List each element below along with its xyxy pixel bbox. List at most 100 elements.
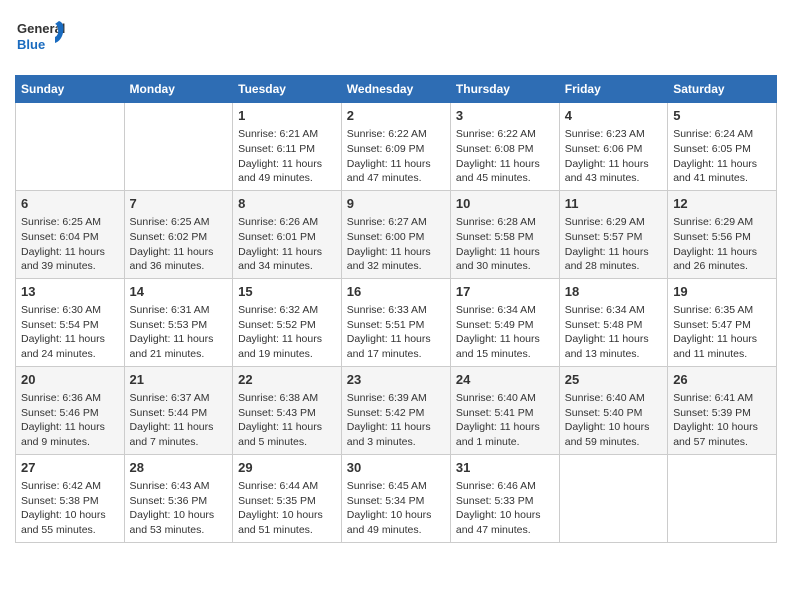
calendar-cell: 28 Sunrise: 6:43 AM Sunset: 5:36 PM Dayli… xyxy=(124,454,233,542)
calendar-cell: 4 Sunrise: 6:23 AM Sunset: 6:06 PM Daylig… xyxy=(559,103,667,191)
day-number: 3 xyxy=(456,107,554,125)
calendar-cell: 6Sunrise: 6:25 AM Sunset: 6:04 PM Daylig… xyxy=(16,190,125,278)
day-number: 4 xyxy=(565,107,662,125)
day-number: 24 xyxy=(456,371,554,389)
day-number: 22 xyxy=(238,371,336,389)
calendar-cell: 17 Sunrise: 6:34 AM Sunset: 5:49 PM Dayli… xyxy=(450,278,559,366)
weekday-header: Sunday xyxy=(16,76,125,103)
calendar-cell: 13 Sunrise: 6:30 AM Sunset: 5:54 PM Dayli… xyxy=(16,278,125,366)
cell-content: Sunrise: 6:45 AM Sunset: 5:34 PM Dayligh… xyxy=(347,479,445,538)
cell-content: Sunrise: 6:26 AM Sunset: 6:01 PM Dayligh… xyxy=(238,215,336,274)
weekday-header: Monday xyxy=(124,76,233,103)
calendar-cell: 10 Sunrise: 6:28 AM Sunset: 5:58 PM Dayli… xyxy=(450,190,559,278)
cell-content: Sunrise: 6:41 AM Sunset: 5:39 PM Dayligh… xyxy=(673,391,771,450)
calendar-cell: 30Sunrise: 6:45 AM Sunset: 5:34 PM Dayli… xyxy=(341,454,450,542)
cell-content: Sunrise: 6:29 AM Sunset: 5:56 PM Dayligh… xyxy=(673,215,771,274)
calendar-week-row: 6Sunrise: 6:25 AM Sunset: 6:04 PM Daylig… xyxy=(16,190,777,278)
cell-content: Sunrise: 6:25 AM Sunset: 6:02 PM Dayligh… xyxy=(130,215,228,274)
cell-content: Sunrise: 6:27 AM Sunset: 6:00 PM Dayligh… xyxy=(347,215,445,274)
day-number: 23 xyxy=(347,371,445,389)
cell-content: Sunrise: 6:31 AM Sunset: 5:53 PM Dayligh… xyxy=(130,303,228,362)
cell-content: Sunrise: 6:44 AM Sunset: 5:35 PM Dayligh… xyxy=(238,479,336,538)
calendar-cell xyxy=(16,103,125,191)
cell-content: Sunrise: 6:29 AM Sunset: 5:57 PM Dayligh… xyxy=(565,215,662,274)
calendar-cell: 21Sunrise: 6:37 AM Sunset: 5:44 PM Dayli… xyxy=(124,366,233,454)
calendar-cell: 15 Sunrise: 6:32 AM Sunset: 5:52 PM Dayli… xyxy=(233,278,342,366)
day-number: 15 xyxy=(238,283,336,301)
weekday-header: Tuesday xyxy=(233,76,342,103)
day-number: 26 xyxy=(673,371,771,389)
day-number: 31 xyxy=(456,459,554,477)
weekday-header: Friday xyxy=(559,76,667,103)
calendar-week-row: 27 Sunrise: 6:42 AM Sunset: 5:38 PM Dayli… xyxy=(16,454,777,542)
cell-content: Sunrise: 6:30 AM Sunset: 5:54 PM Dayligh… xyxy=(21,303,119,362)
svg-text:Blue: Blue xyxy=(17,37,45,52)
calendar-cell: 31 Sunrise: 6:46 AM Sunset: 5:33 PM Dayli… xyxy=(450,454,559,542)
cell-content: Sunrise: 6:24 AM Sunset: 6:05 PM Dayligh… xyxy=(673,127,771,186)
cell-content: Sunrise: 6:23 AM Sunset: 6:06 PM Dayligh… xyxy=(565,127,662,186)
calendar-cell xyxy=(559,454,667,542)
calendar-cell: 2 Sunrise: 6:22 AM Sunset: 6:09 PM Daylig… xyxy=(341,103,450,191)
cell-content: Sunrise: 6:35 AM Sunset: 5:47 PM Dayligh… xyxy=(673,303,771,362)
logo: General Blue xyxy=(15,15,65,65)
day-number: 19 xyxy=(673,283,771,301)
day-number: 16 xyxy=(347,283,445,301)
calendar-cell: 12 Sunrise: 6:29 AM Sunset: 5:56 PM Dayli… xyxy=(668,190,777,278)
cell-content: Sunrise: 6:46 AM Sunset: 5:33 PM Dayligh… xyxy=(456,479,554,538)
day-number: 13 xyxy=(21,283,119,301)
calendar-cell: 14Sunrise: 6:31 AM Sunset: 5:53 PM Dayli… xyxy=(124,278,233,366)
cell-content: Sunrise: 6:37 AM Sunset: 5:44 PM Dayligh… xyxy=(130,391,228,450)
day-number: 20 xyxy=(21,371,119,389)
cell-content: Sunrise: 6:39 AM Sunset: 5:42 PM Dayligh… xyxy=(347,391,445,450)
day-number: 1 xyxy=(238,107,336,125)
weekday-header: Saturday xyxy=(668,76,777,103)
day-number: 9 xyxy=(347,195,445,213)
cell-content: Sunrise: 6:40 AM Sunset: 5:40 PM Dayligh… xyxy=(565,391,662,450)
calendar-cell: 25 Sunrise: 6:40 AM Sunset: 5:40 PM Dayli… xyxy=(559,366,667,454)
day-number: 18 xyxy=(565,283,662,301)
day-number: 17 xyxy=(456,283,554,301)
cell-content: Sunrise: 6:33 AM Sunset: 5:51 PM Dayligh… xyxy=(347,303,445,362)
day-number: 8 xyxy=(238,195,336,213)
calendar-cell: 3 Sunrise: 6:22 AM Sunset: 6:08 PM Daylig… xyxy=(450,103,559,191)
calendar-cell xyxy=(668,454,777,542)
cell-content: Sunrise: 6:22 AM Sunset: 6:08 PM Dayligh… xyxy=(456,127,554,186)
day-number: 28 xyxy=(130,459,228,477)
day-number: 29 xyxy=(238,459,336,477)
calendar-week-row: 20 Sunrise: 6:36 AM Sunset: 5:46 PM Dayli… xyxy=(16,366,777,454)
calendar-cell: 26 Sunrise: 6:41 AM Sunset: 5:39 PM Dayli… xyxy=(668,366,777,454)
cell-content: Sunrise: 6:34 AM Sunset: 5:49 PM Dayligh… xyxy=(456,303,554,362)
calendar-table: SundayMondayTuesdayWednesdayThursdayFrid… xyxy=(15,75,777,543)
calendar-week-row: 13 Sunrise: 6:30 AM Sunset: 5:54 PM Dayli… xyxy=(16,278,777,366)
day-number: 27 xyxy=(21,459,119,477)
cell-content: Sunrise: 6:22 AM Sunset: 6:09 PM Dayligh… xyxy=(347,127,445,186)
calendar-cell: 16 Sunrise: 6:33 AM Sunset: 5:51 PM Dayli… xyxy=(341,278,450,366)
calendar-cell: 24Sunrise: 6:40 AM Sunset: 5:41 PM Dayli… xyxy=(450,366,559,454)
calendar-cell: 23 Sunrise: 6:39 AM Sunset: 5:42 PM Dayli… xyxy=(341,366,450,454)
cell-content: Sunrise: 6:21 AM Sunset: 6:11 PM Dayligh… xyxy=(238,127,336,186)
calendar-cell: 18 Sunrise: 6:34 AM Sunset: 5:48 PM Dayli… xyxy=(559,278,667,366)
cell-content: Sunrise: 6:43 AM Sunset: 5:36 PM Dayligh… xyxy=(130,479,228,538)
cell-content: Sunrise: 6:32 AM Sunset: 5:52 PM Dayligh… xyxy=(238,303,336,362)
day-number: 5 xyxy=(673,107,771,125)
day-number: 12 xyxy=(673,195,771,213)
day-number: 10 xyxy=(456,195,554,213)
cell-content: Sunrise: 6:34 AM Sunset: 5:48 PM Dayligh… xyxy=(565,303,662,362)
cell-content: Sunrise: 6:36 AM Sunset: 5:46 PM Dayligh… xyxy=(21,391,119,450)
page-header: General Blue xyxy=(15,15,777,65)
calendar-cell: 22Sunrise: 6:38 AM Sunset: 5:43 PM Dayli… xyxy=(233,366,342,454)
calendar-cell: 19 Sunrise: 6:35 AM Sunset: 5:47 PM Dayli… xyxy=(668,278,777,366)
cell-content: Sunrise: 6:28 AM Sunset: 5:58 PM Dayligh… xyxy=(456,215,554,274)
day-number: 7 xyxy=(130,195,228,213)
calendar-cell: 8 Sunrise: 6:26 AM Sunset: 6:01 PM Daylig… xyxy=(233,190,342,278)
cell-content: Sunrise: 6:42 AM Sunset: 5:38 PM Dayligh… xyxy=(21,479,119,538)
day-number: 2 xyxy=(347,107,445,125)
weekday-header: Thursday xyxy=(450,76,559,103)
cell-content: Sunrise: 6:25 AM Sunset: 6:04 PM Dayligh… xyxy=(21,215,119,274)
day-number: 25 xyxy=(565,371,662,389)
calendar-cell: 11Sunrise: 6:29 AM Sunset: 5:57 PM Dayli… xyxy=(559,190,667,278)
calendar-cell xyxy=(124,103,233,191)
header-row: SundayMondayTuesdayWednesdayThursdayFrid… xyxy=(16,76,777,103)
calendar-cell: 29 Sunrise: 6:44 AM Sunset: 5:35 PM Dayli… xyxy=(233,454,342,542)
calendar-cell: 5 Sunrise: 6:24 AM Sunset: 6:05 PM Daylig… xyxy=(668,103,777,191)
